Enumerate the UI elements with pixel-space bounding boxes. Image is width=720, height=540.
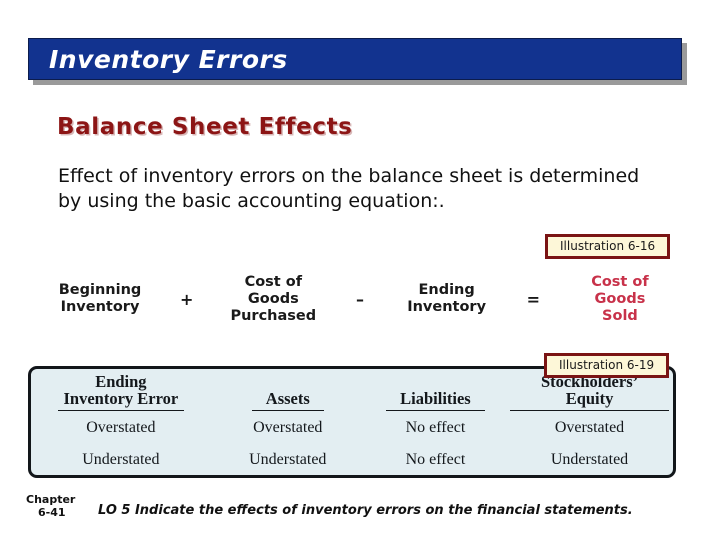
equation-term-cost-of-goods-purchased: Cost of Goods Purchased [213,274,333,325]
footer-chapter: Chapter 6-41 [26,493,75,519]
table-header-liabilities: Liabilities [365,369,506,411]
table-cell-assets: Overstated [253,418,323,436]
table-header-ending-inventory-error: Ending Inventory Error [31,369,211,411]
footer-chapter-label: Chapter [26,493,76,506]
accounting-equation-row: Beginning Inventory + Cost of Goods Purc… [40,268,680,330]
footer-chapter-number: 6-41 [38,506,66,519]
equation-term-line: Ending [418,282,475,298]
equation-term-ending-inventory: Ending Inventory [387,282,507,316]
slide-title: Inventory Errors [49,44,288,74]
equation-term-line: Inventory [60,299,140,315]
table-cell-liabilities: No effect [405,418,466,436]
equation-term-line: Inventory [407,299,487,315]
callout-illustration-6-16: Illustration 6-16 [545,234,671,259]
equation-operator-minus: – [337,290,383,309]
table-cell-assets: Understated [249,450,327,468]
equation-term-line: Beginning [58,282,142,298]
table-cell-error: Overstated [86,418,156,436]
table-cell-liabilities: No effect [405,450,466,468]
table-cell-equity: Understated [550,450,629,468]
equation-operator-equals: = [510,290,556,309]
plus-icon: + [179,289,194,309]
table-header-label: Liabilities [386,390,485,411]
table-header-label: Assets [251,390,324,411]
table-cell-error: Understated [82,450,160,468]
equation-term-line: Cost of [244,273,303,290]
equation-term-beginning-inventory: Beginning Inventory [40,282,160,316]
table-row: Understated Understated No effect Unders… [31,443,673,475]
equation-term-cost-of-goods-sold: Cost of Goods Sold [560,274,680,325]
slide-title-bar: Inventory Errors [28,38,682,80]
table-header-line: Inventory Error [63,389,179,408]
table-header-assets: Assets [211,369,365,411]
equals-icon: = [526,289,540,309]
footer-learning-objective: LO 5 Indicate the effects of inventory e… [98,503,633,518]
equation-term-line: Cost of [591,273,649,290]
equation-term-line: Sold [602,307,638,324]
body-paragraph: Effect of inventory errors on the balanc… [58,165,640,212]
inventory-error-effects-table: Ending Inventory Error Assets Liabilitie… [28,366,676,478]
callout-illustration-6-19: Illustration 6-19 [544,353,670,378]
table-row: Overstated Overstated No effect Overstat… [31,411,673,443]
equation-operator-plus: + [164,290,210,309]
equation-term-line: Purchased [230,307,317,324]
minus-icon: – [355,289,364,309]
table-cell-equity: Overstated [554,418,625,436]
equation-term-line: Goods [247,290,299,307]
section-heading: Balance Sheet Effects [57,114,353,140]
equation-term-line: Goods [594,290,646,307]
table-header-label: Stockholders’ Equity [510,373,669,411]
